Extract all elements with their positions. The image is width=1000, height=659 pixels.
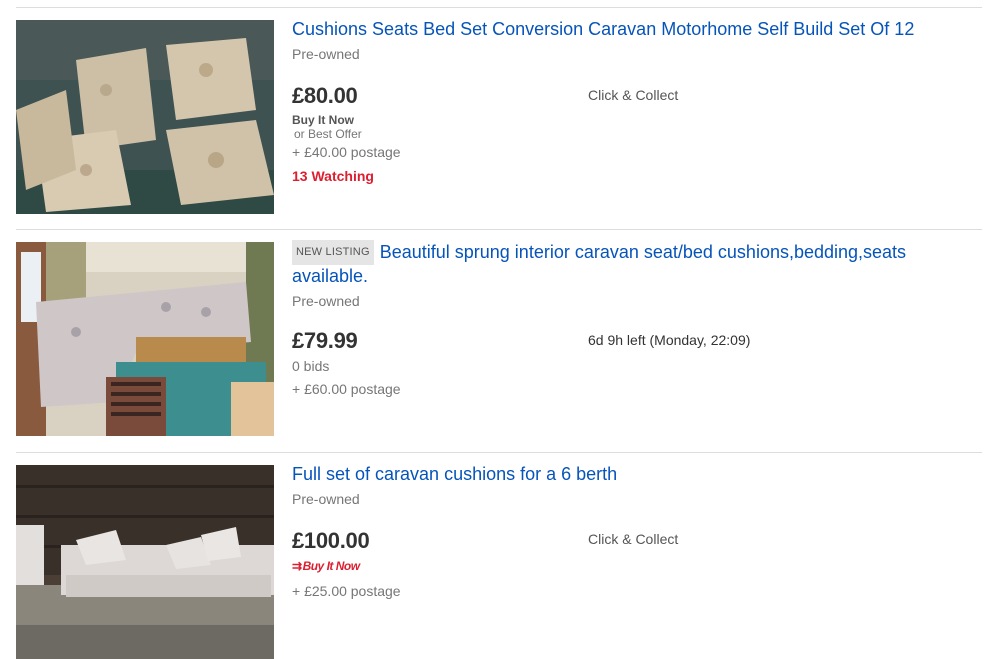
listing-price: £80.00	[292, 83, 358, 108]
listing-price: £100.00	[292, 528, 370, 553]
listing-title-text[interactable]: Beautiful sprung interior caravan seat/b…	[292, 242, 906, 286]
listing-price: £79.99	[292, 328, 358, 353]
listing-delivery-option: Click & Collect	[588, 87, 679, 103]
listing-condition: Pre-owned	[292, 46, 360, 62]
listing-image[interactable]	[16, 465, 274, 659]
listing-watch-count: 13 Watching	[292, 168, 374, 184]
listing-format: Buy It Now	[292, 113, 354, 127]
divider	[16, 229, 982, 230]
listing-delivery-option: Click & Collect	[588, 531, 679, 547]
new-listing-badge: NEW LISTING	[292, 240, 374, 265]
buy-it-now-icon: ⇉	[292, 559, 302, 573]
listing-best-offer: or Best Offer	[294, 127, 362, 141]
listing-postage: + £60.00 postage	[292, 381, 401, 397]
listing-title-link[interactable]: Cushions Seats Bed Set Conversion Carava…	[292, 18, 982, 41]
listing-time-left: 6d 9h left (Monday, 22:09)	[588, 332, 751, 348]
listing-title-link[interactable]: NEW LISTING Beautiful sprung interior car…	[292, 240, 982, 288]
listing-title-link[interactable]: Full set of caravan cushions for a 6 ber…	[292, 463, 982, 486]
listing-postage: + £40.00 postage	[292, 144, 401, 160]
listing-postage: + £25.00 postage	[292, 583, 401, 599]
divider	[16, 452, 982, 453]
buy-it-now-logo: ⇉Buy It Now	[292, 559, 360, 573]
listing-image[interactable]	[16, 242, 274, 436]
listing-bid-count: 0 bids	[292, 358, 330, 374]
listing-image[interactable]	[16, 20, 274, 214]
listing-condition: Pre-owned	[292, 293, 360, 309]
divider	[16, 7, 982, 8]
listing-condition: Pre-owned	[292, 491, 360, 507]
